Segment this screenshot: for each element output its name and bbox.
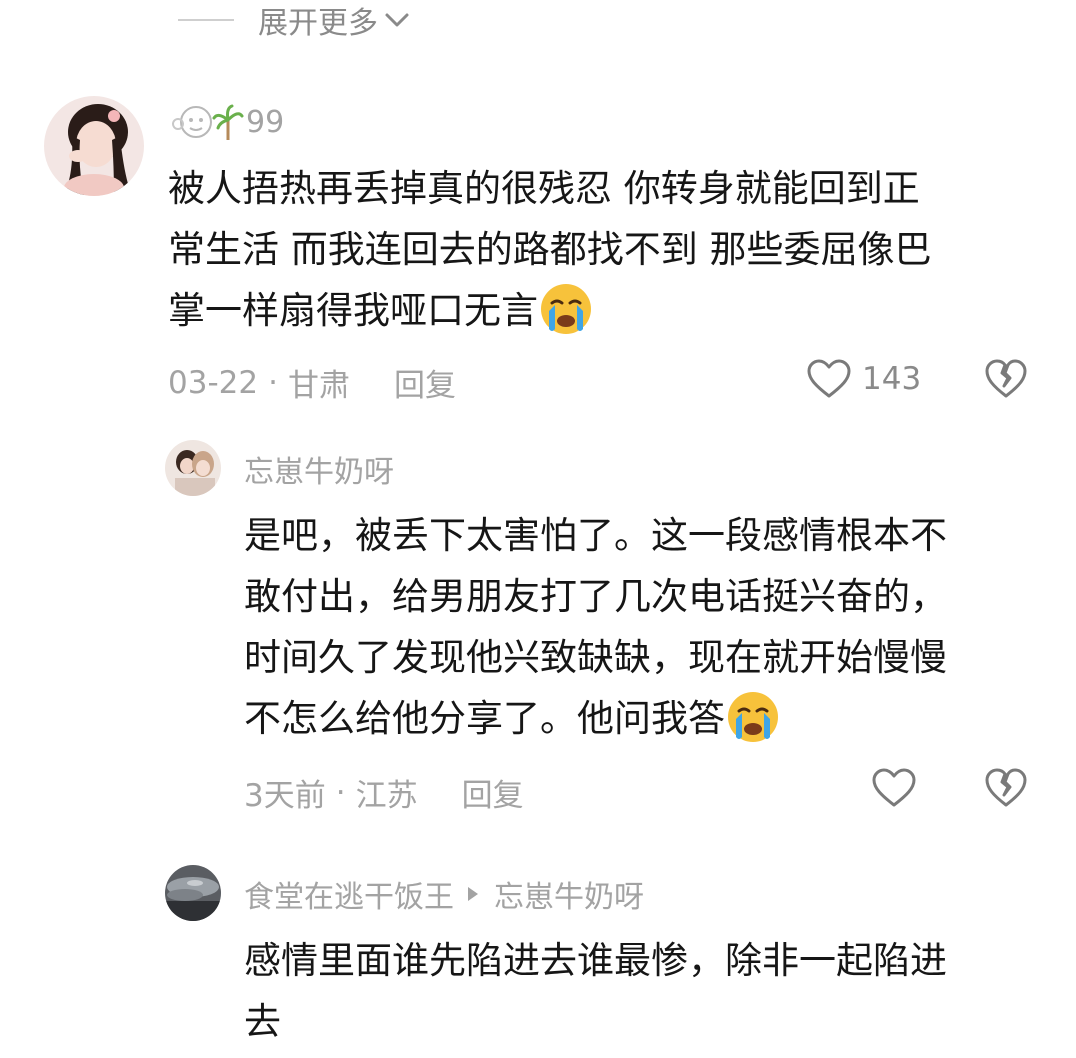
dislike-button[interactable] <box>984 767 1028 813</box>
comment-date: 3天前 <box>244 778 326 814</box>
username-text: 食堂在逃干饭王 <box>244 880 454 915</box>
chevron-down-icon <box>384 10 410 30</box>
comment-thread: 展开更多 99 被人捂热再丢掉真的很残忍 你转身就能回到正 常生活 而我连回去的… <box>0 0 1076 1058</box>
username-text: 忘崽牛奶呀 <box>244 455 394 490</box>
meta-separator: · <box>268 364 278 401</box>
comment-line-with-emoji: 不怎么给他分享了。他问我答 <box>244 688 1044 749</box>
comment-meta: 03-22 · 甘肃 回复 <box>168 360 456 405</box>
comment-body: 感情里面谁先陷进去谁最惨，除非一起陷进 去 <box>244 930 1044 1052</box>
comment-meta: 3天前 · 江苏 回复 <box>244 770 524 815</box>
avatar[interactable] <box>165 440 221 496</box>
comment-line: 常生活 而我连回去的路都找不到 那些委屈像巴 <box>168 228 932 271</box>
like-button[interactable] <box>871 767 917 809</box>
comment-body: 是吧，被丢下太害怕了。这一段感情根本不 敢付出，给男朋友打了几次电话挺兴奋的， … <box>244 505 1044 749</box>
username-text: 99 <box>246 104 285 140</box>
comment-line: 感情里面谁先陷进去谁最惨，除非一起陷进 <box>244 939 947 982</box>
comment-line: 掌一样扇得我哑口无言 <box>168 289 538 332</box>
comment-username[interactable]: 食堂在逃干饭王 忘崽牛奶呀 <box>244 872 644 916</box>
like-button[interactable]: 143 <box>806 358 921 400</box>
comment-line: 不怎么给他分享了。他问我答 <box>244 697 725 740</box>
comment-line-with-emoji: 掌一样扇得我哑口无言 <box>168 280 1048 341</box>
expand-more-label: 展开更多 <box>258 6 378 41</box>
broken-heart-icon <box>984 359 1028 404</box>
comment-location: 江苏 <box>355 778 418 814</box>
comment-line: 被人捂热再丢掉真的很残忍 你转身就能回到正 <box>168 167 920 210</box>
crying-face-emoji <box>538 281 594 337</box>
comment-line: 是吧，被丢下太害怕了。这一段感情根本不 <box>244 514 947 557</box>
like-count: 143 <box>862 361 922 397</box>
comment-date: 03-22 <box>168 364 259 401</box>
reply-to-username[interactable]: 忘崽牛奶呀 <box>494 872 644 916</box>
comment-body: 被人捂热再丢掉真的很残忍 你转身就能回到正 常生活 而我连回去的路都找不到 那些… <box>168 158 1048 341</box>
comment-line: 去 <box>244 1000 281 1043</box>
crying-face-emoji <box>725 689 781 745</box>
comment-line: 时间久了发现他兴致缺缺，现在就开始慢慢 <box>244 636 947 679</box>
reply-button[interactable]: 回复 <box>394 360 456 405</box>
expand-more-button[interactable]: 展开更多 <box>178 0 410 41</box>
heart-outline-icon <box>871 767 917 809</box>
divider <box>178 19 234 21</box>
triangle-right-icon <box>466 885 480 903</box>
meta-separator: · <box>335 774 346 811</box>
heart-outline-icon <box>806 358 852 400</box>
comment-username[interactable]: 忘崽牛奶呀 <box>244 447 394 491</box>
comment-location: 甘肃 <box>287 368 350 404</box>
avatar[interactable] <box>44 96 144 196</box>
reply-button[interactable]: 回复 <box>462 770 524 815</box>
comment-line: 敢付出，给男朋友打了几次电话挺兴奋的， <box>244 575 947 618</box>
dislike-button[interactable] <box>984 358 1028 404</box>
username-decoration-icon <box>170 100 244 144</box>
comment-username[interactable]: 99 <box>170 100 284 144</box>
avatar[interactable] <box>165 865 221 921</box>
broken-heart-icon <box>984 768 1028 813</box>
